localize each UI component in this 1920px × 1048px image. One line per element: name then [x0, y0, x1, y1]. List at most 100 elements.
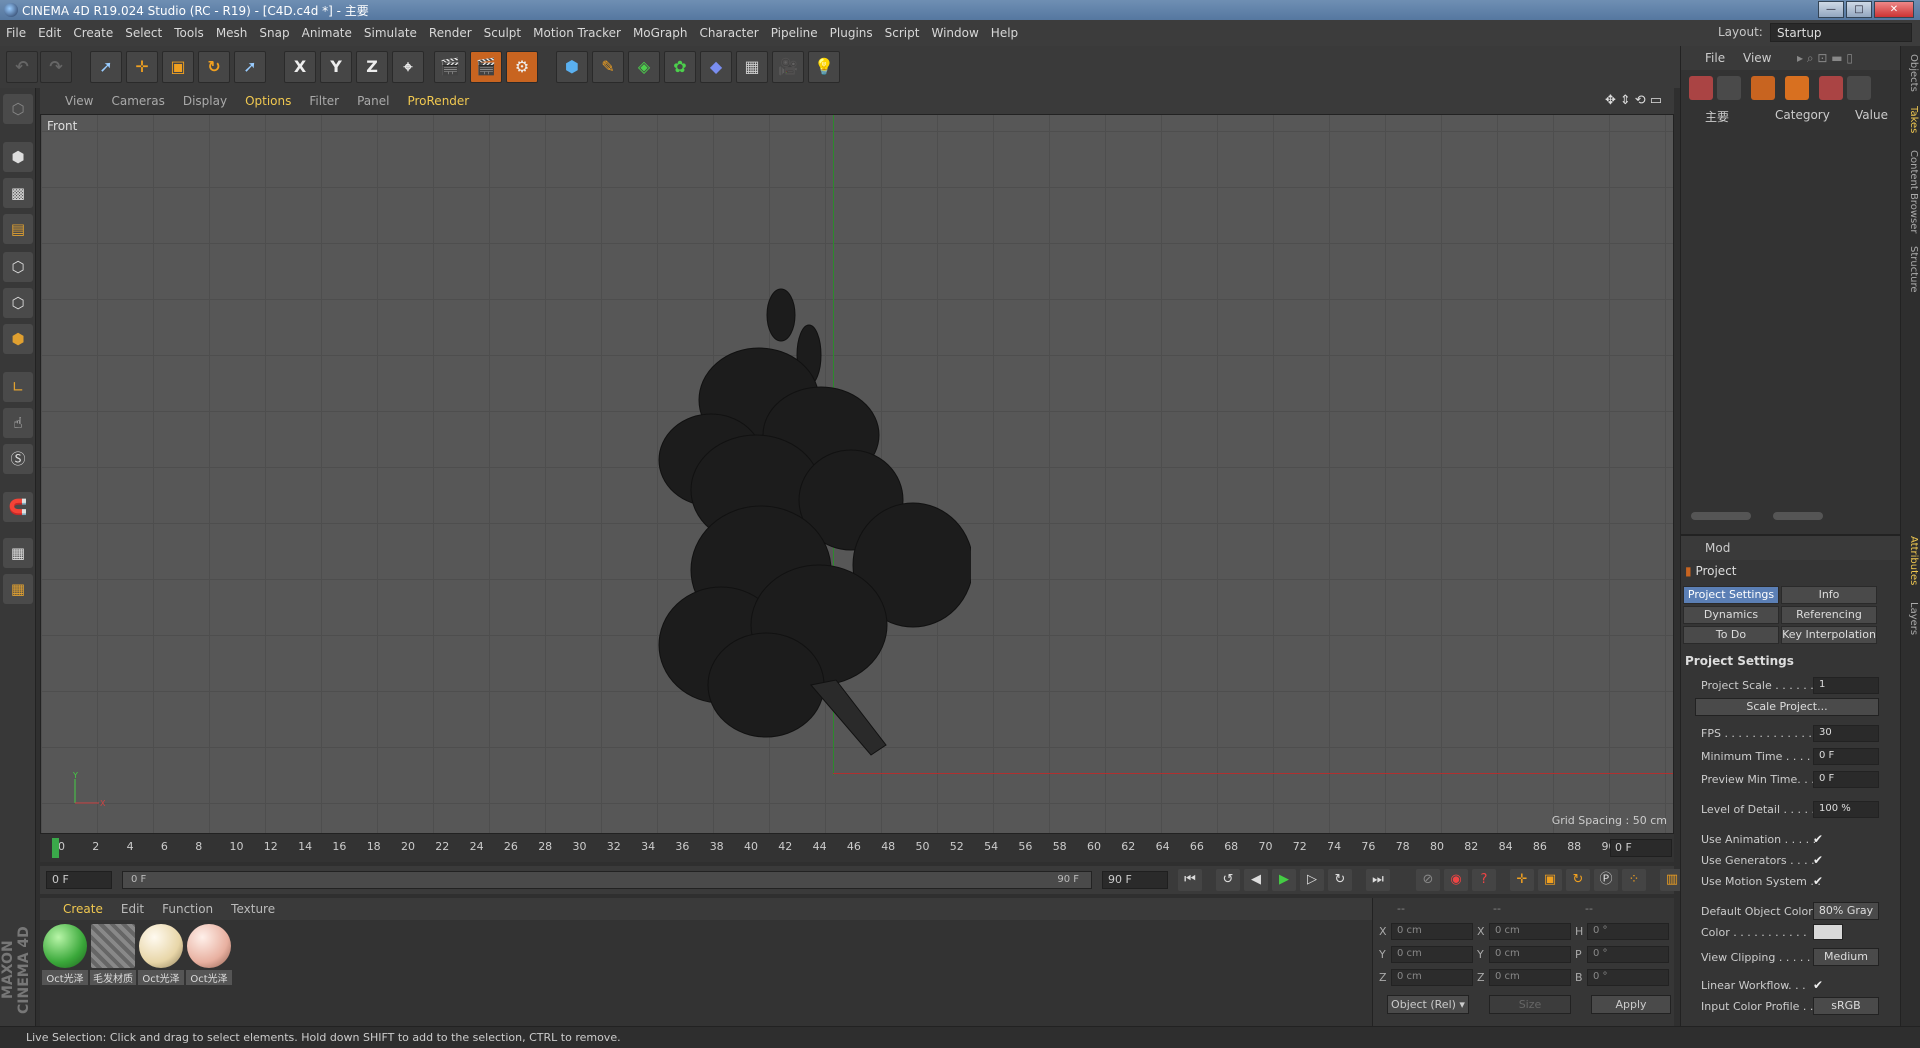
- y-axis-lock-button[interactable]: Y: [320, 51, 352, 83]
- take-settings-icon[interactable]: [1847, 76, 1871, 100]
- material-menu-function[interactable]: Function: [153, 898, 222, 920]
- planar-workplane-icon[interactable]: ▦: [3, 574, 33, 604]
- tab-key-interpolation[interactable]: Key Interpolation: [1781, 626, 1877, 644]
- rotate-view-icon[interactable]: ⟲: [1635, 93, 1650, 108]
- column-category[interactable]: Category: [1775, 108, 1830, 122]
- tab-info[interactable]: Info: [1781, 586, 1877, 604]
- z-axis-lock-button[interactable]: Z: [356, 51, 388, 83]
- viewport-menu-display[interactable]: Display: [174, 88, 236, 114]
- coordinate-system-icon[interactable]: ⌖: [392, 51, 424, 83]
- model-mode-icon[interactable]: ⬢: [3, 142, 33, 172]
- level-of-detail-field[interactable]: 100 %: [1813, 801, 1879, 818]
- menu-tools[interactable]: Tools: [168, 20, 210, 46]
- front-viewport[interactable]: Front Y X Grid Spacing : 50 cm: [40, 114, 1674, 834]
- solo-mode-icon[interactable]: Ⓢ: [3, 444, 33, 474]
- side-tab-layers[interactable]: Layers: [1903, 602, 1919, 635]
- viewport-menu-options[interactable]: Options: [236, 88, 300, 114]
- menu-mograph[interactable]: MoGraph: [627, 20, 694, 46]
- input-color-profile-dropdown[interactable]: sRGB: [1813, 997, 1879, 1015]
- maximize-button[interactable]: □: [1846, 1, 1872, 18]
- close-button[interactable]: ✕: [1874, 1, 1914, 18]
- workplane-lock-icon[interactable]: ▦: [3, 538, 33, 568]
- previous-frame-icon[interactable]: ◀: [1244, 869, 1268, 891]
- menu-animate[interactable]: Animate: [296, 20, 358, 46]
- material-swatch[interactable]: Oct光泽: [186, 924, 232, 985]
- preview-min-time-field[interactable]: 0 F: [1813, 771, 1879, 788]
- tab-dynamics[interactable]: Dynamics: [1683, 606, 1779, 624]
- edges-mode-icon[interactable]: ⬡: [3, 288, 33, 318]
- texture-mode-icon[interactable]: ▩: [3, 178, 33, 208]
- left-scrollbar[interactable]: [1691, 512, 1751, 520]
- view-clipping-dropdown[interactable]: Medium: [1813, 948, 1879, 966]
- key-scale-icon[interactable]: ▣: [1538, 869, 1562, 891]
- go-to-end-icon[interactable]: ⏭: [1366, 869, 1390, 891]
- viewport-menu-prorender[interactable]: ProRender: [398, 88, 478, 114]
- go-to-start-icon[interactable]: ⏮: [1178, 869, 1202, 891]
- viewport-menu-view[interactable]: View: [56, 88, 102, 114]
- move-icon[interactable]: ✛: [126, 51, 158, 83]
- polygons-mode-icon[interactable]: ⬢: [3, 324, 33, 354]
- viewport-menu-panel[interactable]: Panel: [348, 88, 398, 114]
- zoom-view-icon[interactable]: ⇕: [1620, 93, 1635, 108]
- color-swatch[interactable]: [1813, 924, 1843, 940]
- menu-window[interactable]: Window: [925, 20, 984, 46]
- menu-file[interactable]: File: [0, 20, 32, 46]
- key-rotation-icon[interactable]: ↻: [1566, 869, 1590, 891]
- size-x-field[interactable]: 0 cm: [1489, 923, 1571, 940]
- rot-h-field[interactable]: 0 °: [1587, 923, 1669, 940]
- fps-field[interactable]: 30: [1813, 725, 1879, 742]
- menu-create[interactable]: Create: [67, 20, 119, 46]
- size-z-field[interactable]: 0 cm: [1489, 969, 1571, 986]
- minimize-button[interactable]: —: [1818, 1, 1844, 18]
- column-name[interactable]: 主要: [1705, 108, 1729, 125]
- material-swatch[interactable]: 毛发材质: [90, 924, 136, 985]
- project-scale-field[interactable]: 1: [1813, 677, 1879, 694]
- camera-icon[interactable]: 🎥: [772, 51, 804, 83]
- playhead[interactable]: [52, 838, 59, 858]
- scale-icon[interactable]: ▣: [162, 51, 194, 83]
- attribute-mode-menu[interactable]: Mod: [1705, 541, 1730, 555]
- render-settings-icon[interactable]: ⚙: [506, 51, 538, 83]
- pos-z-field[interactable]: 0 cm: [1391, 969, 1473, 986]
- material-swatch[interactable]: Oct光泽: [138, 924, 184, 985]
- render-picture-viewer-icon[interactable]: 🎬: [470, 51, 502, 83]
- x-axis-lock-button[interactable]: X: [284, 51, 316, 83]
- play-icon[interactable]: ▶: [1272, 869, 1296, 891]
- next-frame-icon[interactable]: ▷: [1300, 869, 1324, 891]
- object-menu-file[interactable]: File: [1705, 51, 1725, 65]
- autokeying-icon[interactable]: ?: [1472, 869, 1496, 891]
- undo-icon[interactable]: ↶: [6, 51, 38, 83]
- live-selection-icon[interactable]: ➚: [90, 51, 122, 83]
- menu-motion-tracker[interactable]: Motion Tracker: [527, 20, 627, 46]
- keyframe-selection-icon[interactable]: ⊘: [1416, 869, 1440, 891]
- menu-edit[interactable]: Edit: [32, 20, 67, 46]
- snapping-icon[interactable]: 🧲: [3, 492, 33, 522]
- right-scrollbar[interactable]: [1773, 512, 1823, 520]
- material-menu-create[interactable]: Create: [54, 898, 112, 920]
- material-swatch[interactable]: Oct光泽: [42, 924, 88, 985]
- linear-workflow-checkbox[interactable]: ✔: [1813, 978, 1827, 992]
- render-take-icon[interactable]: [1819, 76, 1843, 100]
- points-mode-icon[interactable]: ⬡: [3, 252, 33, 282]
- minimum-time-field[interactable]: 0 F: [1813, 748, 1879, 765]
- column-value[interactable]: Value: [1855, 108, 1888, 122]
- tab-project-settings[interactable]: Project Settings: [1683, 586, 1779, 604]
- override-icon[interactable]: [1751, 76, 1775, 100]
- menu-script[interactable]: Script: [879, 20, 926, 46]
- side-tab-takes[interactable]: Takes: [1903, 106, 1919, 133]
- tab-referencing[interactable]: Referencing: [1781, 606, 1877, 624]
- pos-x-field[interactable]: 0 cm: [1391, 923, 1473, 940]
- frame-ruler[interactable]: 0 2 4 6 8 10 12 14 16 18 20 22 24 26 28 30 32 34 36 38 40 42 4…: [50, 834, 1616, 862]
- tweak-mode-icon[interactable]: ☝: [3, 408, 33, 438]
- size-y-field[interactable]: 0 cm: [1489, 946, 1571, 963]
- subdivision-surface-icon[interactable]: ◈: [628, 51, 660, 83]
- axis-mode-icon[interactable]: ∟: [3, 372, 33, 402]
- key-parameter-icon[interactable]: Ⓟ: [1594, 869, 1618, 891]
- tab-to-do[interactable]: To Do: [1683, 626, 1779, 644]
- recent-tool-icon[interactable]: ➚: [234, 51, 266, 83]
- menu-pipeline[interactable]: Pipeline: [765, 20, 824, 46]
- take-clone-icon[interactable]: [1717, 76, 1741, 100]
- menu-sculpt[interactable]: Sculpt: [478, 20, 527, 46]
- object-menu-view[interactable]: View: [1743, 51, 1771, 65]
- take-add-icon[interactable]: [1689, 76, 1713, 100]
